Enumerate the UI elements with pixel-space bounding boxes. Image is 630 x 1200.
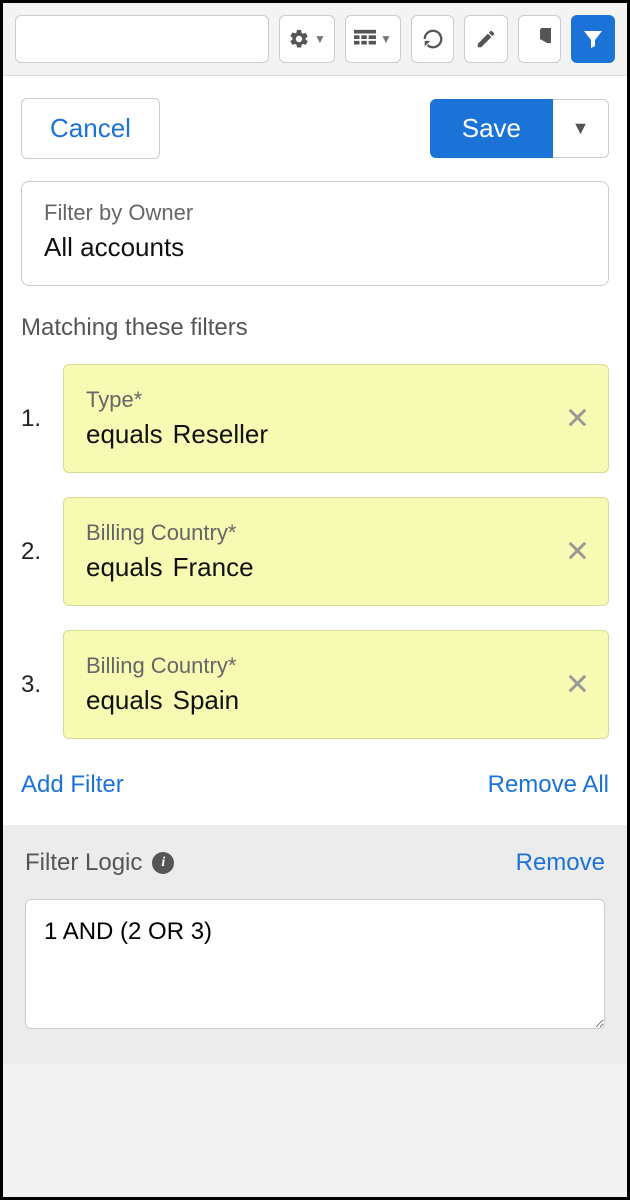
- gear-icon: [288, 28, 310, 50]
- table-icon: [354, 29, 376, 49]
- action-bar: Cancel Save ▼: [3, 76, 627, 181]
- filter-criteria: equalsSpain: [86, 685, 586, 716]
- settings-button[interactable]: ▼: [279, 15, 335, 63]
- filter-number: 2.: [21, 538, 49, 566]
- remove-all-link[interactable]: Remove All: [488, 771, 609, 799]
- filter-actions-row: Add Filter Remove All: [21, 763, 609, 825]
- filter-card[interactable]: Type* equalsReseller ✕: [63, 364, 609, 473]
- save-button-group: Save ▼: [430, 99, 609, 158]
- filter-button[interactable]: [571, 15, 615, 63]
- matching-filters-label: Matching these filters: [21, 314, 609, 342]
- remove-filter-icon[interactable]: ✕: [565, 534, 590, 569]
- edit-button[interactable]: [464, 15, 508, 63]
- owner-filter-box[interactable]: Filter by Owner All accounts: [21, 181, 609, 286]
- filter-field-label: Billing Country*: [86, 653, 586, 679]
- info-icon[interactable]: i: [152, 852, 174, 874]
- filter-card[interactable]: Billing Country* equalsFrance ✕: [63, 497, 609, 606]
- filter-number: 3.: [21, 671, 49, 699]
- filter-logic-input[interactable]: [25, 899, 605, 1029]
- filter-field-label: Billing Country*: [86, 520, 586, 546]
- save-dropdown-button[interactable]: ▼: [553, 99, 609, 158]
- search-input[interactable]: [15, 15, 269, 63]
- pencil-icon: [475, 28, 497, 50]
- remove-logic-link[interactable]: Remove: [516, 849, 605, 877]
- filter-criteria: equalsReseller: [86, 419, 586, 450]
- filter-logic-section: Filter Logic i Remove: [3, 825, 627, 1064]
- filter-field-label: Type*: [86, 387, 586, 413]
- pie-chart-icon: [529, 28, 551, 50]
- columns-button[interactable]: ▼: [345, 15, 401, 63]
- cancel-button[interactable]: Cancel: [21, 98, 160, 159]
- caret-down-icon: ▼: [314, 32, 326, 46]
- add-filter-link[interactable]: Add Filter: [21, 771, 124, 799]
- remove-filter-icon[interactable]: ✕: [565, 667, 590, 702]
- owner-filter-label: Filter by Owner: [44, 200, 586, 226]
- filter-number: 1.: [21, 405, 49, 433]
- refresh-button[interactable]: [411, 15, 455, 63]
- top-toolbar: ▼ ▼: [3, 3, 627, 76]
- chart-button[interactable]: [518, 15, 562, 63]
- filter-criteria: equalsFrance: [86, 552, 586, 583]
- funnel-icon: [581, 27, 605, 51]
- filter-row: 2. Billing Country* equalsFrance ✕: [21, 497, 609, 606]
- caret-down-icon: ▼: [572, 118, 590, 139]
- owner-filter-value: All accounts: [44, 232, 586, 263]
- filter-card[interactable]: Billing Country* equalsSpain ✕: [63, 630, 609, 739]
- remove-filter-icon[interactable]: ✕: [565, 401, 590, 436]
- filter-row: 3. Billing Country* equalsSpain ✕: [21, 630, 609, 739]
- save-button[interactable]: Save: [430, 99, 553, 158]
- filter-logic-title: Filter Logic i: [25, 849, 174, 877]
- filter-row: 1. Type* equalsReseller ✕: [21, 364, 609, 473]
- caret-down-icon: ▼: [380, 32, 392, 46]
- refresh-icon: [422, 28, 444, 50]
